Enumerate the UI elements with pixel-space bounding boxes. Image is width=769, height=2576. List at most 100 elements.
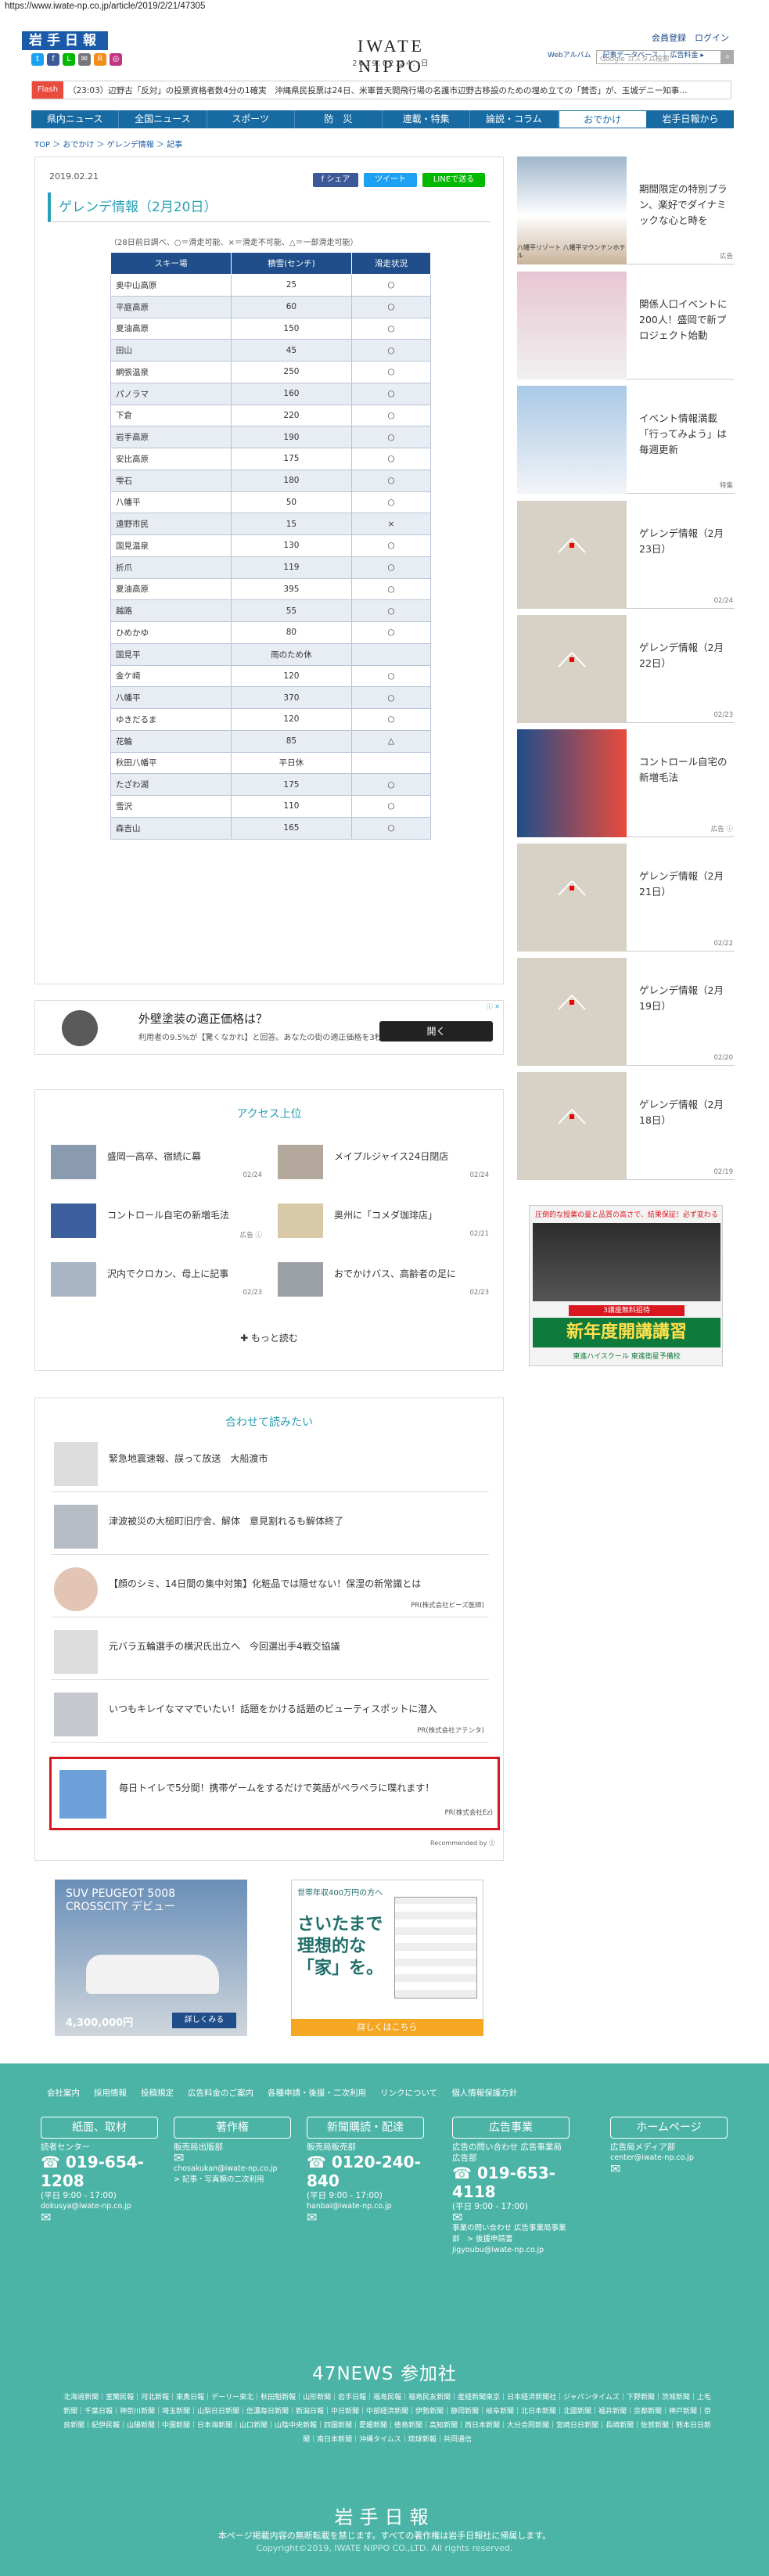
ad-detail-button[interactable]: 詳しくはこちら: [291, 2019, 483, 2036]
ad-info-icon[interactable]: ⓘ ✕: [487, 1002, 500, 1011]
nav-sports[interactable]: スポーツ: [207, 110, 295, 128]
bottom-ad-peugeot[interactable]: SUV PEUGEOT 5008 CROSSCITY デビュー 4,300,00…: [55, 1880, 247, 2036]
facebook-share-button[interactable]: f シェア: [313, 173, 358, 187]
related-item[interactable]: 【顔のシミ、14日間の集中対策】化粧品では隠せない！保湿の新常識とは PR(株式…: [51, 1555, 489, 1617]
bottom-ad-house[interactable]: 世帯年収400万円の方へ さいたまで理想的な「家」を。 詳しくはこちら: [291, 1880, 483, 2036]
related-item[interactable]: いつもキレイなママでいたい！話題をかける話題のビューティスポットに潜入 PR(株…: [51, 1680, 489, 1743]
ranking-item-title[interactable]: メイプルジャイス24日閉店: [334, 1149, 448, 1163]
sidebar-item[interactable]: 関係人口イベントに200人！盛岡で新プロジェクト始動: [517, 272, 735, 380]
mail-icon[interactable]: ✉: [307, 2211, 424, 2224]
footer-link[interactable]: 採用情報: [94, 2087, 127, 2099]
ranking-item[interactable]: 沢内でクロカン、母上に記事 02/23: [51, 1262, 262, 1297]
nav-prefecture-news[interactable]: 県内ニュース: [31, 110, 120, 128]
footer-link[interactable]: リンクについて: [380, 2087, 437, 2099]
related-item-title[interactable]: いつもキレイなママでいたい！話題をかける話題のビューティスポットに潜入: [109, 1702, 437, 1715]
sidebar-item[interactable]: ゲレンデ情報（2月23日） 02/24: [517, 501, 735, 609]
footer-link[interactable]: 会社案内: [47, 2087, 80, 2099]
mail-icon[interactable]: ✉: [174, 2152, 291, 2164]
sidebar-item[interactable]: コントロール自宅の新増毛法 広告 ⓘ: [517, 729, 735, 837]
ranking-item[interactable]: メイプルジャイス24日閉店 02/24: [278, 1145, 489, 1180]
nav-disaster[interactable]: 防 災: [295, 110, 383, 128]
nav-column[interactable]: 論説・コラム: [470, 110, 559, 128]
sidebar-ad-toshin[interactable]: 圧倒的な授業の量と品質の高さで、結果保証！必ず変わる 3講座無料招待 新年度開講…: [529, 1205, 723, 1366]
sidebar-item-title[interactable]: 期間限定の特別プラン、楽好でダイナミックな心と時を: [639, 182, 733, 228]
ranking-item-title[interactable]: コントロール自宅の新増毛法: [107, 1208, 229, 1221]
ranking-item[interactable]: コントロール自宅の新増毛法 広告 ⓘ: [51, 1203, 262, 1239]
mail-icon[interactable]: ✉: [78, 53, 91, 66]
sidebar-item[interactable]: ゲレンデ情報（2月21日） 02/22: [517, 844, 735, 952]
sidebar-item-title[interactable]: ゲレンデ情報（2月21日）: [639, 869, 733, 900]
nav-from-iwate-nippo[interactable]: 岩手日報から: [647, 110, 734, 128]
member-links[interactable]: 会員登録 ログイン: [652, 31, 729, 44]
related-item[interactable]: 緊急地震速報、誤って放送 大船渡市: [51, 1430, 489, 1492]
related-item-title[interactable]: 毎日トイレで5分間！携帯ゲームをするだけで英語がペラペラに喋れます！: [119, 1781, 434, 1794]
search-button[interactable]: ⌕: [721, 50, 734, 64]
related-item-highlighted[interactable]: 毎日トイレで5分間！携帯ゲームをするだけで英語がペラペラに喋れます！ PR(株式…: [49, 1757, 500, 1830]
footer-logo[interactable]: 岩手日報: [0, 2502, 769, 2529]
mail-icon[interactable]: ✉: [452, 2211, 570, 2224]
twitter-share-button[interactable]: ツイート: [364, 173, 417, 187]
related-item[interactable]: 津波被災の大槌町旧庁舎、解体 意見割れるも解体終了: [51, 1492, 489, 1555]
related-item-title[interactable]: 元バラ五輪選手の横沢氏出立へ 今回選出手4戦交協議: [109, 1639, 340, 1653]
footer-extra-link[interactable]: > 記事・写真類の二次利用: [174, 2175, 291, 2186]
footer-mail[interactable]: jigyoubu@iwate-np.co.jp: [452, 2245, 570, 2256]
breadcrumb[interactable]: TOP ＞ おでかけ ＞ ゲレンデ情報 ＞ 記事: [34, 138, 182, 149]
mail-icon[interactable]: ✉: [41, 2211, 158, 2224]
sidebar-item[interactable]: ゲレンデ情報（2月18日） 02/19: [517, 1072, 735, 1180]
footer-mail[interactable]: center@iwate-np.co.jp: [610, 2153, 728, 2164]
related-item-title[interactable]: 津波被災の大槌町旧庁舎、解体 意見割れるも解体終了: [109, 1514, 343, 1527]
mail-icon[interactable]: ✉: [610, 2163, 728, 2175]
sidebar-item[interactable]: 八幡平リゾート 八幡平マウンテンホテル 期間限定の特別プラン、楽好でダイナミック…: [517, 157, 735, 264]
ad-title[interactable]: 外壁塗装の適正価格は？: [138, 1010, 268, 1027]
47news-member-list[interactable]: 北海道新聞｜室蘭民報｜河北新報｜東奥日報｜デーリー東北｜秋田魁新報｜山形新聞｜岩…: [63, 2391, 712, 2447]
footer-extra-link[interactable]: 事業の問い合わせ 広告事業局事業部 > 後援申請書: [452, 2223, 570, 2245]
related-item-title[interactable]: 緊急地震速報、誤って放送 大船渡市: [109, 1452, 268, 1465]
url-bar[interactable]: https://www.iwate-np.co.jp/article/2019/…: [0, 0, 769, 14]
search-input[interactable]: Google カスタム検索: [596, 50, 721, 64]
related-item-title[interactable]: 【顔のシミ、14日間の集中対策】化粧品では隠せない！保湿の新常識とは: [109, 1577, 421, 1590]
sidebar-item[interactable]: ゲレンデ情報（2月19日） 02/20: [517, 958, 735, 1066]
sidebar-item-title[interactable]: ゲレンデ情報（2月22日）: [639, 640, 733, 671]
nav-series[interactable]: 連載・特集: [383, 110, 471, 128]
sidebar-item-title[interactable]: 関係人口イベントに200人！盛岡で新プロジェクト始動: [639, 297, 733, 344]
site-logo[interactable]: 岩手日報: [22, 31, 108, 50]
ranking-item[interactable]: 盛岡一高卒、宿続に幕 02/24: [51, 1145, 262, 1180]
instagram-icon[interactable]: ◎: [110, 53, 122, 66]
more-button[interactable]: ✚ もっと読む: [35, 1331, 503, 1344]
line-share-button[interactable]: LINEで送る: [422, 173, 485, 187]
nav-odekake[interactable]: おでかけ: [558, 110, 647, 128]
footer-link[interactable]: 個人情報保護方針: [451, 2087, 517, 2099]
ranking-item[interactable]: 奥州に「コメダ珈琲店」 02/21: [278, 1203, 489, 1239]
ranking-item[interactable]: おでかけバス、高齢者の足に 02/23: [278, 1262, 489, 1297]
sidebar-item[interactable]: ゲレンデ情報（2月22日） 02/23: [517, 615, 735, 723]
footer-phone[interactable]: ☎ 0120-240-840: [307, 2153, 424, 2190]
sidebar-item-title[interactable]: コントロール自宅の新増毛法: [639, 754, 733, 786]
nav-national-news[interactable]: 全国ニュース: [119, 110, 207, 128]
ad-detail-button[interactable]: 詳しくみる: [172, 2013, 236, 2028]
footer-phone[interactable]: ☎ 019-654-1208: [41, 2153, 158, 2190]
flash-text[interactable]: （23:03）辺野古「反対」の投票資格者数4分の1確実 沖縄県民投票は24日、米…: [68, 85, 688, 96]
footer-mail[interactable]: chosakukan@iwate-np.co.jp: [174, 2164, 291, 2175]
ranking-item-title[interactable]: 盛岡一高卒、宿続に幕: [107, 1149, 201, 1163]
facebook-icon[interactable]: f: [47, 53, 59, 66]
footer-mail[interactable]: hanbai@iwate-np.co.jp: [307, 2201, 424, 2212]
twitter-icon[interactable]: t: [31, 53, 44, 66]
sidebar-item-title[interactable]: ゲレンデ情報（2月18日）: [639, 1097, 733, 1128]
sidebar-item-title[interactable]: ゲレンデ情報（2月23日）: [639, 526, 733, 557]
ranking-item-title[interactable]: おでかけバス、高齢者の足に: [334, 1267, 456, 1280]
footer-mail[interactable]: dokusya@iwate-np.co.jp: [41, 2201, 158, 2212]
rss-icon[interactable]: R: [94, 53, 106, 66]
flash-ticker[interactable]: Flash （23:03）辺野古「反対」の投票資格者数4分の1確実 沖縄県民投票…: [31, 81, 731, 99]
sidebar-item-title[interactable]: ゲレンデ情報（2月19日）: [639, 983, 733, 1014]
footer-link[interactable]: 各種申請・後援・二次利用: [268, 2087, 366, 2099]
ranking-item-title[interactable]: 沢内でクロカン、母上に記事: [107, 1267, 228, 1280]
related-item[interactable]: 元バラ五輪選手の横沢氏出立へ 今回選出手4戦交協議: [51, 1617, 489, 1680]
ad-open-button[interactable]: 開く: [379, 1021, 493, 1042]
line-icon[interactable]: L: [63, 53, 75, 66]
sidebar-item[interactable]: イベント情報満載「行ってみよう」は毎週更新 特集: [517, 386, 735, 494]
footer-phone[interactable]: ☎ 019-653-4118: [452, 2164, 570, 2201]
ad-banner[interactable]: 外壁塗装の適正価格は？ 利用者の9.5%が【驚くなかれ】と回答。あなたの街の適正…: [34, 1000, 504, 1055]
ranking-item-title[interactable]: 奥州に「コメダ珈琲店」: [334, 1208, 437, 1221]
footer-link[interactable]: 広告料金のご案内: [188, 2087, 253, 2099]
footer-link[interactable]: 投稿規定: [141, 2087, 174, 2099]
